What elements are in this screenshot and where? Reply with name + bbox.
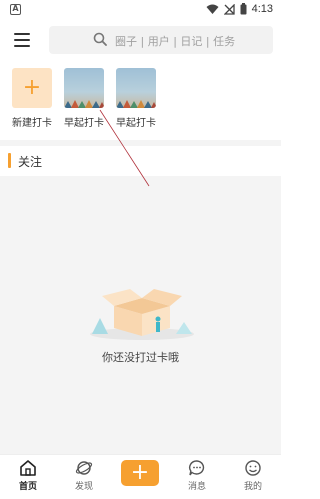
smile-icon: [245, 460, 261, 476]
section-accent-bar: [8, 153, 11, 168]
search-icon: [93, 32, 107, 46]
checkin-item[interactable]: 早起打卡: [110, 68, 162, 129]
checkin-list: + 新建打卡 早起打卡 早起打卡: [0, 68, 281, 138]
tab-label: 发现: [74, 482, 93, 492]
battery-icon: [240, 3, 247, 15]
checkin-thumbnail: [64, 68, 104, 108]
plus-icon: +: [22, 75, 42, 100]
notification-a-icon: A: [10, 4, 21, 15]
tab-home[interactable]: 首页: [8, 459, 48, 492]
plus-icon: +: [130, 460, 150, 485]
top-bar: 圈子 | 用户 | 日记 | 任务: [0, 20, 281, 62]
bottom-tab-bar: 首页 发现 + 消息 我的: [0, 454, 281, 499]
search-input[interactable]: 圈子 | 用户 | 日记 | 任务: [49, 26, 273, 54]
section-header: 关注: [0, 146, 281, 176]
checkin-label: 新建打卡: [12, 118, 52, 129]
signal-off-icon: [223, 3, 235, 15]
status-icons: 4:13: [206, 3, 273, 15]
new-checkin-thumb: +: [12, 68, 52, 108]
checkin-thumbnail: [116, 68, 156, 108]
tab-label: 消息: [187, 482, 206, 492]
menu-icon[interactable]: [14, 33, 30, 47]
tab-profile[interactable]: 我的: [233, 459, 273, 492]
feed-area: 你还没打过卡哦: [0, 176, 281, 454]
tab-messages[interactable]: 消息: [177, 459, 217, 492]
tab-label: 我的: [243, 482, 262, 492]
publish-button[interactable]: +: [121, 460, 159, 486]
new-checkin-button[interactable]: + 新建打卡: [6, 68, 58, 129]
home-icon: [20, 460, 36, 476]
status-bar: A 4:13: [0, 0, 281, 20]
tab-label: 首页: [18, 482, 37, 492]
planet-icon: [75, 461, 93, 475]
empty-box-illustration: [90, 289, 194, 340]
clock-time: 4:13: [251, 3, 273, 15]
empty-message: 你还没打过卡哦: [102, 351, 179, 364]
checkin-item[interactable]: 早起打卡: [58, 68, 110, 129]
tab-discover[interactable]: 发现: [64, 459, 104, 492]
checkin-label: 早起打卡: [64, 118, 104, 129]
wifi-icon: [206, 4, 219, 14]
chat-icon: [189, 460, 205, 476]
section-title: 关注: [18, 155, 43, 169]
search-placeholder: 圈子 | 用户 | 日记 | 任务: [115, 35, 236, 48]
checkin-label: 早起打卡: [116, 118, 156, 129]
